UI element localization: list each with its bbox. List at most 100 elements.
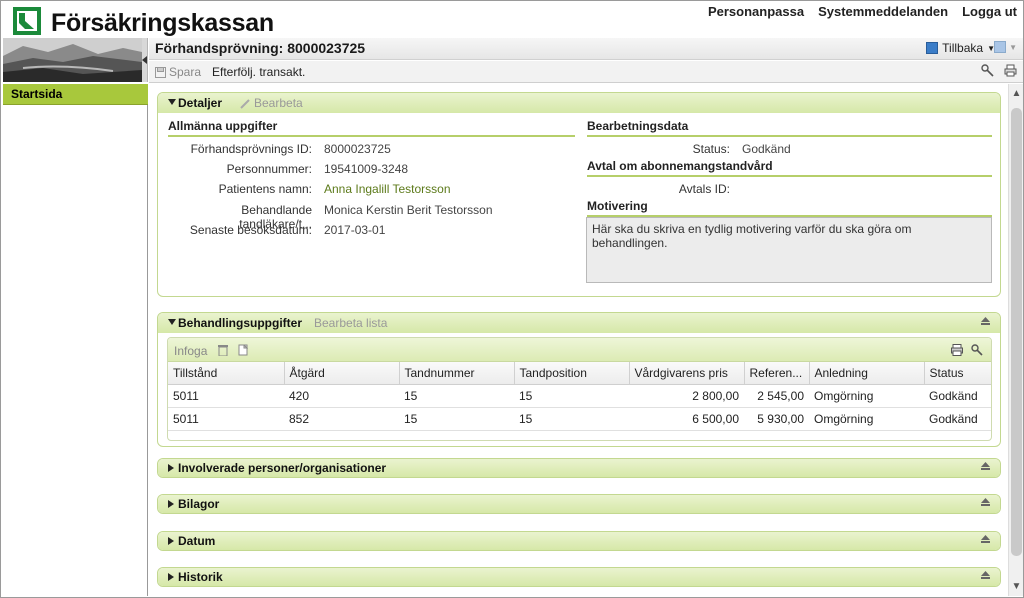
- preapproval-id-value: 8000023725: [324, 142, 391, 156]
- expanded-triangle-icon: [168, 99, 176, 105]
- status-value: Godkänd: [742, 142, 791, 156]
- scroll-thumb[interactable]: [1011, 108, 1022, 556]
- back-icon: [926, 42, 939, 54]
- treatment-title: Behandlingsuppgifter: [178, 316, 302, 330]
- agreement-id-label: Avtals ID:: [678, 182, 730, 196]
- edit-details-button[interactable]: Bearbeta: [240, 96, 303, 110]
- collapse-up-icon[interactable]: [981, 317, 990, 325]
- expanded-triangle-icon: [168, 319, 176, 325]
- forward-icon: [994, 41, 1007, 53]
- scroll-up-icon[interactable]: ▲: [1009, 88, 1024, 99]
- sidebar-item-startsida[interactable]: Startsida: [3, 84, 148, 105]
- grid-settings-icon[interactable]: [971, 344, 983, 356]
- collapse-sidebar-handle[interactable]: [142, 38, 148, 82]
- table-cell: 15: [514, 384, 629, 408]
- details-section: Detaljer Bearbeta Allmänna uppgifter För…: [157, 92, 1001, 297]
- history-section[interactable]: Historik: [157, 567, 1001, 587]
- system-messages-link[interactable]: Systemmeddelanden: [818, 4, 948, 19]
- field-label: Senaste besöksdatum:: [189, 223, 312, 237]
- save-label: Spara: [169, 65, 202, 79]
- logout-link[interactable]: Logga ut: [962, 4, 1017, 19]
- attachments-section[interactable]: Bilagor: [157, 494, 1001, 514]
- patient-name-link[interactable]: Anna Ingalill Testorsson: [324, 182, 451, 196]
- back-label: Tillbaka: [942, 41, 984, 55]
- table-row[interactable]: 5011 852 15 15 6 500,00 5 930,00 Omgörni…: [168, 407, 991, 431]
- table-cell: 5 930,00: [744, 407, 809, 431]
- copy-icon[interactable]: [238, 344, 248, 356]
- attachments-title: Bilagor: [178, 497, 220, 511]
- history-header[interactable]: Historik: [158, 568, 1000, 586]
- treatment-header[interactable]: Behandlingsuppgifter Bearbeta lista: [158, 313, 1000, 333]
- field-label: Personnummer:: [226, 162, 312, 176]
- save-button[interactable]: Spara: [155, 65, 201, 79]
- collapsed-triangle-icon: [168, 500, 174, 508]
- column-header[interactable]: Tandposition: [514, 362, 630, 385]
- insert-button[interactable]: Infoga: [174, 344, 207, 358]
- edit-details-label: Bearbeta: [254, 96, 303, 110]
- column-header[interactable]: Status: [924, 362, 991, 385]
- vertical-scrollbar[interactable]: ▲ ▼: [1008, 84, 1023, 596]
- treatment-section: Behandlingsuppgifter Bearbeta lista Info…: [157, 312, 1001, 447]
- column-header[interactable]: Anledning: [809, 362, 925, 385]
- attachments-header[interactable]: Bilagor: [158, 495, 1000, 513]
- dates-section[interactable]: Datum: [157, 531, 1001, 551]
- table-cell: Godkänd: [924, 407, 991, 431]
- dates-title: Datum: [178, 534, 216, 548]
- table-cell: 15: [399, 407, 514, 431]
- table-cell: Omgörning: [809, 407, 924, 431]
- collapse-up-icon[interactable]: [981, 535, 990, 543]
- page-title: Förhandsprövning: 8000023725: [155, 40, 366, 56]
- forward-button[interactable]: ▼: [994, 41, 1017, 53]
- title-bar: Förhandsprövning: 8000023725 Tillbaka ▼ …: [149, 38, 1023, 60]
- collapsed-triangle-icon: [168, 573, 174, 581]
- table-cell: 15: [399, 384, 514, 408]
- back-button[interactable]: Tillbaka ▼: [926, 41, 995, 55]
- involved-section[interactable]: Involverade personer/organisationer: [157, 458, 1001, 478]
- involved-title: Involverade personer/organisationer: [178, 461, 387, 475]
- history-title: Historik: [178, 570, 223, 584]
- settings-tool-icon[interactable]: [981, 64, 994, 77]
- print-icon[interactable]: [1004, 64, 1017, 77]
- motivation-title: Motivering: [587, 199, 992, 217]
- personalize-link[interactable]: Personanpassa: [708, 4, 804, 19]
- table-row[interactable]: 5011 420 15 15 2 800,00 2 545,00 Omgörni…: [168, 384, 991, 408]
- brand-name: Försäkringskassan: [51, 9, 274, 37]
- chevron-down-icon: ▼: [1009, 42, 1017, 52]
- column-header[interactable]: Åtgärd: [284, 362, 400, 385]
- column-header[interactable]: Vårdgivarens pris: [629, 362, 745, 385]
- grid-toolbar: Infoga: [168, 338, 991, 362]
- involved-header[interactable]: Involverade personer/organisationer: [158, 459, 1000, 477]
- collapse-up-icon[interactable]: [981, 462, 990, 470]
- treatment-table: Tillstånd Åtgärd Tandnummer Tandposition…: [168, 362, 991, 431]
- follow-transaction-button[interactable]: Efterfölj. transakt.: [212, 65, 305, 79]
- table-cell: Omgörning: [809, 384, 924, 408]
- collapse-up-icon[interactable]: [981, 571, 990, 579]
- trash-icon[interactable]: [218, 344, 228, 356]
- table-cell: Godkänd: [924, 384, 991, 408]
- column-header[interactable]: Tandnummer: [399, 362, 515, 385]
- sidebar: Startsida: [3, 84, 148, 596]
- table-cell: 6 500,00: [629, 407, 744, 431]
- brand-logo: [13, 7, 41, 35]
- column-header[interactable]: Referen...: [744, 362, 810, 385]
- toolbar-icons: [981, 64, 1017, 77]
- collapsed-triangle-icon: [168, 537, 174, 545]
- collapse-up-icon[interactable]: [981, 498, 990, 506]
- table-cell: 5011: [168, 384, 284, 408]
- general-info-title: Allmänna uppgifter: [168, 119, 575, 137]
- header-landscape-image: [3, 38, 142, 82]
- scroll-down-icon[interactable]: ▼: [1009, 581, 1024, 592]
- column-header[interactable]: Tillstånd: [168, 362, 285, 385]
- edit-list-button[interactable]: Bearbeta lista: [314, 316, 387, 330]
- table-header-row: Tillstånd Åtgärd Tandnummer Tandposition…: [168, 362, 991, 385]
- table-cell: 2 545,00: [744, 384, 809, 408]
- arrow-left-icon: [142, 56, 147, 64]
- details-header[interactable]: Detaljer Bearbeta: [158, 93, 1000, 113]
- dates-header[interactable]: Datum: [158, 532, 1000, 550]
- motivation-textarea[interactable]: Här ska du skriva en tydlig motivering v…: [586, 217, 992, 283]
- grid-print-icon[interactable]: [951, 344, 963, 356]
- table-cell: 5011: [168, 407, 284, 431]
- table-cell: 852: [284, 407, 399, 431]
- table-cell: 15: [514, 407, 629, 431]
- collapsed-triangle-icon: [168, 464, 174, 472]
